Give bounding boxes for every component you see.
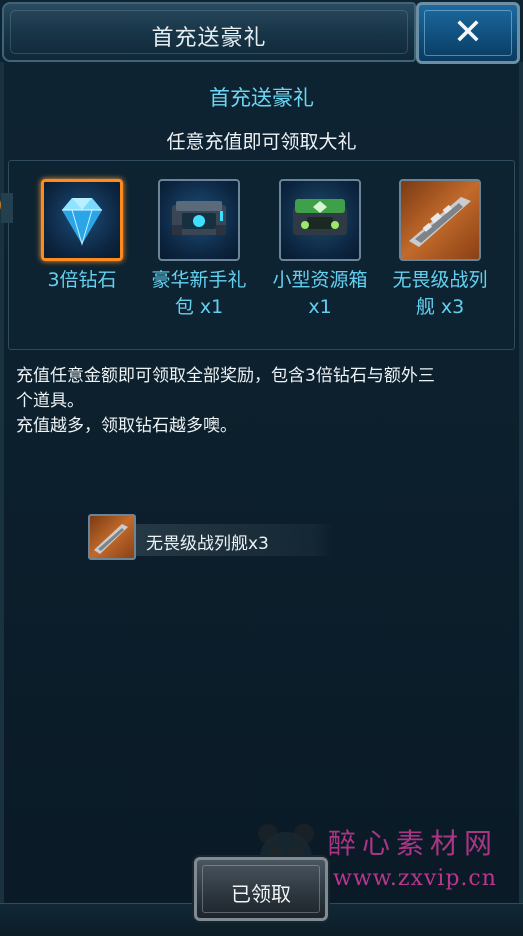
claimed-item-row: 无畏级战列舰x3 [88,514,333,560]
body-line: 充值任意金额即可领取全部奖励，包含3倍钻石与额外三 [16,366,435,386]
battleship-icon [399,179,481,261]
reward-item-resource-box[interactable]: 小型资源箱 x1 [264,179,376,321]
diamond-icon [41,179,123,261]
deluxe-crate-icon [158,179,240,261]
claimed-button[interactable]: 已领取 [194,857,328,921]
description: 任意充值即可领取大礼 [166,131,357,153]
reward-description: 充值任意金额即可领取全部奖励，包含3倍钻石与额外三 个道具。 充值越多，领取钻石… [16,364,506,439]
reward-name: 豪华新手礼 包 x1 [151,269,247,318]
watermark-text: 醉心素材网 [328,827,499,860]
frame-edge-left [0,62,4,903]
frame-edge-right [519,62,523,903]
reward-item-diamond[interactable]: 3倍钻石 [26,179,138,294]
reward-item-battleship[interactable]: 无畏级战列 舰 x3 [384,179,496,321]
reward-name: 小型资源箱 x1 [272,269,368,318]
header-bar: 首充送豪礼 [2,2,416,62]
dialog-title: 首充送豪礼 [151,26,267,51]
close-button[interactable]: ✕ [416,2,520,64]
subtitle: 首充送豪礼 [209,86,314,110]
claimed-item-label: 无畏级战列舰x3 [146,534,269,554]
reward-panel: 3倍钻石 豪华新手礼 包 x1 小型资源箱 x1 无畏级战列 舰 x3 [1,160,515,350]
body-line: 充值越多，领取钻石越多噢。 [16,416,237,436]
claimed-button-label: 已领取 [231,882,291,906]
body-line: 个道具。 [16,391,84,411]
reward-item-deluxe-pack[interactable]: 豪华新手礼 包 x1 [143,179,255,321]
battleship-icon [88,514,136,560]
resource-crate-icon [279,179,361,261]
watermark-url: www.zxvip.cn [333,866,497,891]
close-icon: ✕ [452,12,484,53]
reward-name: 3倍钻石 [47,269,117,291]
reward-name: 无畏级战列 舰 x3 [392,269,488,318]
